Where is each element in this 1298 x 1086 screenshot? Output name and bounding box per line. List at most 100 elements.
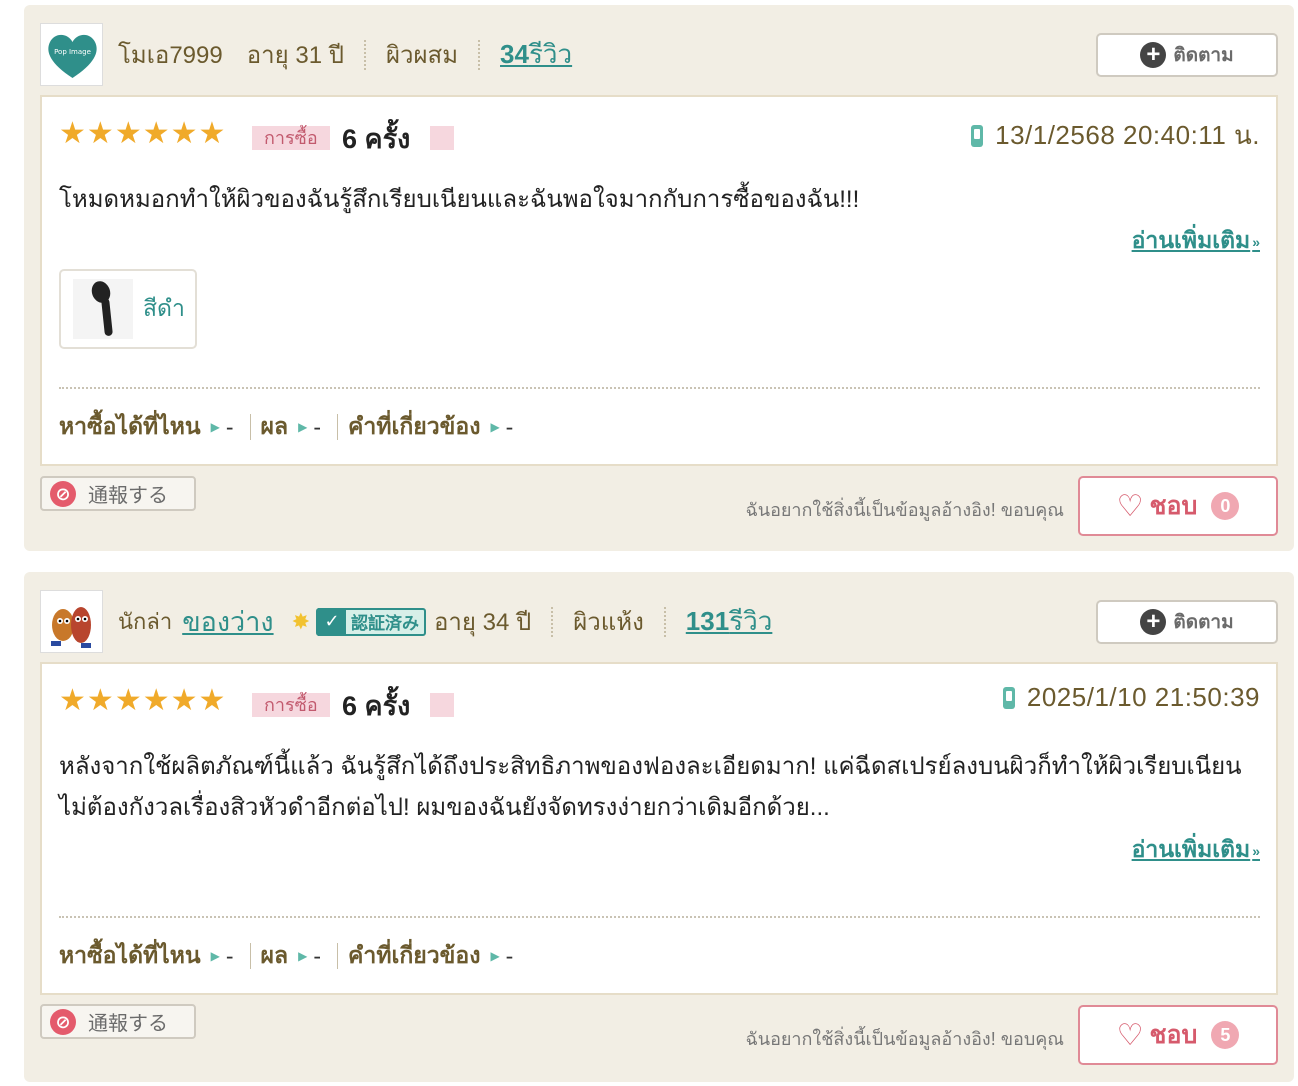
review-count-number: 131	[685, 606, 730, 636]
effect-label: ผล	[260, 942, 289, 968]
related-words-label: คำที่เกี่ยวข้อง	[348, 942, 481, 968]
star-icon: ★	[198, 117, 226, 150]
triangle-right-icon: ▶	[298, 420, 308, 434]
star-icon: ★	[198, 684, 226, 717]
star-icon: ★	[86, 684, 114, 717]
mobile-icon	[971, 124, 984, 147]
follow-label: ติดตาม	[1173, 612, 1234, 633]
prohibited-icon: ⊘	[50, 1008, 76, 1035]
heart-icon: ♡	[1116, 489, 1144, 523]
skin-type: ผิวผสม	[385, 42, 459, 69]
effect-value: -	[313, 413, 322, 440]
triangle-right-icon: ▶	[490, 949, 500, 963]
divider	[337, 414, 339, 440]
product-variant[interactable]: สีดำ	[59, 269, 197, 349]
where-to-buy-value: -	[225, 942, 234, 969]
like-count: 5	[1211, 1021, 1240, 1049]
checkmark-icon: ✓	[318, 607, 347, 636]
follow-button[interactable]: + ติดตาม	[1096, 600, 1278, 644]
reviewer-info: นักล่า ของว่าง ✸ ✓ 認証済み อายุ 34 ปี ผิวแห…	[118, 590, 772, 653]
dotted-divider	[59, 916, 1260, 918]
read-more-label: อ่านเพิ่มเติม	[1131, 227, 1251, 253]
divider	[663, 606, 666, 637]
purchase-count: 6 ครั้ง	[342, 124, 411, 154]
date-text: 2025/1/10 21:50:39	[1026, 682, 1260, 712]
triangle-right-icon: ▶	[210, 949, 220, 963]
star-icon: ★	[59, 117, 86, 150]
related-words-value: -	[505, 413, 514, 440]
tag-marker	[430, 693, 454, 717]
review-meta: หาซื้อได้ที่ไหน ▶ - ผล ▶ - คำที่เกี่ยวข้…	[59, 409, 513, 445]
review-card: Pop Image โมเอ7999 อายุ 31 ปี ผิวผสม 34ร…	[24, 5, 1294, 551]
triangle-right-icon: ▶	[298, 949, 308, 963]
age: อายุ 34 ปี	[434, 609, 532, 636]
follow-label: ติดตาม	[1173, 45, 1234, 66]
review-date: 13/1/2568 20:40:11 น.	[971, 115, 1260, 156]
dotted-divider	[59, 387, 1260, 389]
triangle-right-icon: ▶	[490, 420, 500, 434]
report-label: 通報する	[88, 1013, 168, 1035]
rating-stars: ★ ★ ★ ★ ★ ★	[59, 119, 226, 149]
where-to-buy-value: -	[225, 413, 234, 440]
heart-icon: ♡	[1116, 1018, 1144, 1052]
purchase-tag: การซื้อ	[252, 126, 330, 150]
star-icon: ★	[170, 684, 198, 717]
age: อายุ 31 ปี	[246, 42, 344, 69]
review-count-unit: รีวิว	[528, 39, 573, 69]
variant-label: สีดำ	[143, 295, 185, 321]
purchase-count: 6 ครั้ง	[342, 691, 411, 721]
review-text: หลังจากใช้ผลิตภัณฑ์นี้แล้ว ฉันรู้สึกได้ถ…	[59, 753, 1242, 821]
reviewer-row: นักล่า ของว่าง ✸ ✓ 認証済み อายุ 34 ปี ผิวแห…	[40, 590, 1278, 654]
review-count-number: 34	[500, 39, 529, 69]
like-button[interactable]: ♡ ชอบ 0	[1078, 476, 1278, 536]
tag-marker	[430, 126, 454, 150]
like-count: 0	[1211, 492, 1240, 520]
like-button[interactable]: ♡ ชอบ 5	[1078, 1005, 1278, 1065]
avatar[interactable]	[40, 590, 103, 653]
avatar[interactable]: Pop Image	[40, 23, 103, 86]
divider	[337, 943, 339, 969]
read-more-link[interactable]: อ่านเพิ่มเติม»	[1132, 832, 1260, 868]
plus-icon: +	[1140, 42, 1167, 68]
like-label: ชอบ	[1149, 1021, 1198, 1049]
date-text: 13/1/2568 20:40:11 น.	[995, 120, 1260, 150]
where-to-buy-label: หาซื้อได้ที่ไหน	[59, 413, 201, 439]
triangle-right-icon: ▶	[210, 420, 220, 434]
review-body: ★ ★ ★ ★ ★ ★ การซื้อ 6 ครั้ง 2025/1/10 21…	[40, 662, 1278, 995]
product-thumbnail	[73, 279, 133, 339]
report-button[interactable]: ⊘ 通報する	[40, 476, 196, 511]
helpful-text: ฉันอยากใช้สิ่งนี้เป็นข้อมูลอ้างอิง! ขอบค…	[745, 1029, 1065, 1049]
effect-label: ผล	[260, 413, 289, 439]
sparkle-icon: ✸	[291, 608, 311, 634]
review-count-link[interactable]: 131รีวิว	[686, 601, 773, 642]
helpful-text: ฉันอยากใช้สิ่งนี้เป็นข้อมูลอ้างอิง! ขอบค…	[745, 500, 1065, 520]
report-label: 通報する	[88, 485, 168, 507]
star-icon: ★	[114, 684, 142, 717]
star-icon: ★	[142, 117, 170, 150]
double-chevron-icon: »	[1252, 233, 1260, 250]
review-meta: หาซื้อได้ที่ไหน ▶ - ผล ▶ - คำที่เกี่ยวข้…	[59, 938, 513, 974]
purchase-tag: การซื้อ	[252, 693, 330, 717]
reviewer-info: โมเอ7999 อายุ 31 ปี ผิวผสม 34รีวิว	[118, 23, 572, 86]
divider	[478, 39, 481, 70]
nickname[interactable]: โมเอ7999	[118, 35, 223, 74]
review-card: นักล่า ของว่าง ✸ ✓ 認証済み อายุ 34 ปี ผิวแห…	[24, 572, 1294, 1082]
star-icon: ★	[86, 117, 114, 150]
like-label: ชอบ	[1149, 492, 1198, 520]
verified-badge: ✓ 認証済み	[316, 607, 427, 636]
report-button[interactable]: ⊘ 通報する	[40, 1004, 196, 1039]
star-icon: ★	[142, 684, 170, 717]
read-more-link[interactable]: อ่านเพิ่มเติม»	[1132, 223, 1260, 259]
star-icon: ★	[170, 117, 198, 150]
review-text: โหมดหมอกทำให้ผิวของฉันรู้สึกเรียบเนียนแล…	[59, 186, 860, 213]
review-date: 2025/1/10 21:50:39	[1002, 682, 1260, 713]
divider	[551, 606, 554, 637]
star-icon: ★	[114, 117, 142, 150]
related-words-value: -	[505, 942, 514, 969]
read-more-label: อ่านเพิ่มเติม	[1131, 836, 1251, 862]
prohibited-icon: ⊘	[50, 480, 76, 507]
follow-button[interactable]: + ติดตาม	[1096, 33, 1278, 77]
nickname[interactable]: ของว่าง	[182, 600, 273, 643]
divider	[249, 943, 251, 969]
review-count-link[interactable]: 34รีวิว	[500, 34, 572, 75]
